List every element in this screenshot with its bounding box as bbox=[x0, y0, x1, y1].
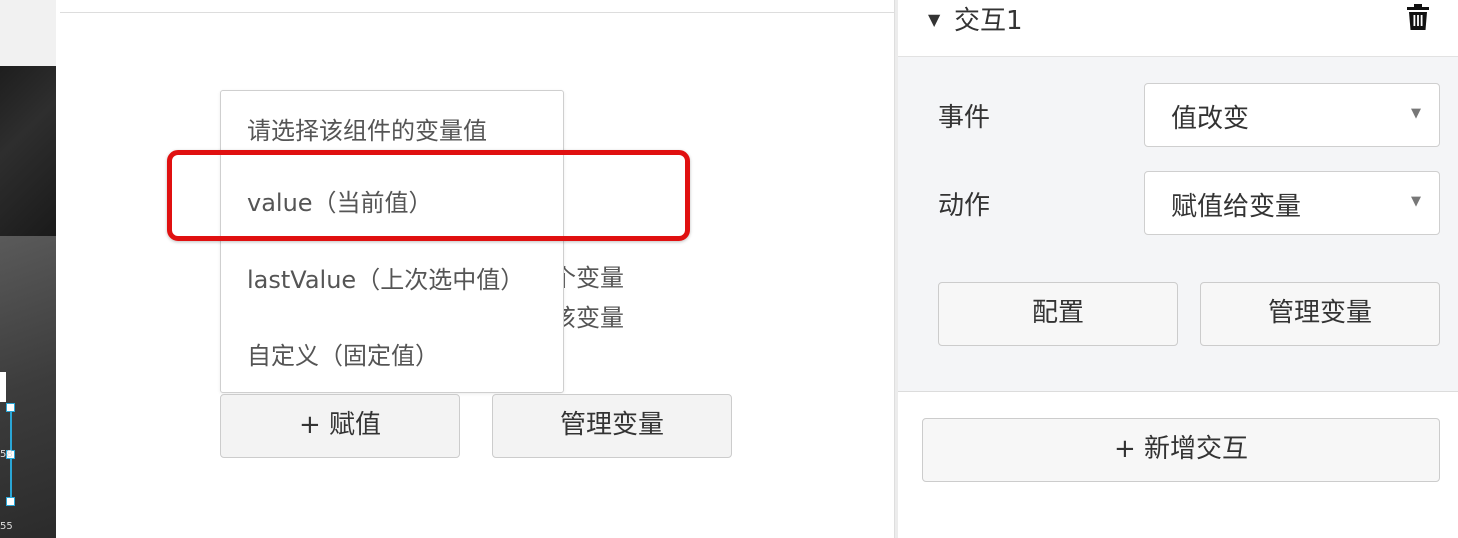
assign-button-label: + 赋值 bbox=[298, 410, 382, 440]
manage-variables-button[interactable]: 管理变量 bbox=[492, 394, 732, 458]
event-select-value: 值改变 bbox=[1171, 104, 1250, 134]
action-select-value: 赋值给变量 bbox=[1171, 192, 1302, 222]
chevron-down-icon: ▼ bbox=[1411, 106, 1421, 121]
manage-variables-panel-button[interactable]: 管理变量 bbox=[1200, 282, 1440, 346]
dropdown-placeholder: 请选择该组件的变量值 bbox=[247, 117, 487, 145]
resize-handle-bottom[interactable] bbox=[6, 497, 15, 506]
selected-component-edge[interactable] bbox=[0, 372, 6, 402]
interaction-panel: ▼ 交互1 事件 值改变 ▼ 动作 赋值给变量 ▼ 配置 管理变量 + 新增交互 bbox=[898, 0, 1458, 538]
dropdown-option-last-value[interactable]: lastValue（上次选中值） bbox=[247, 260, 524, 295]
highlight-annotation-box bbox=[167, 150, 690, 241]
manage-variables-button-label: 管理变量 bbox=[559, 410, 664, 440]
variable-value-dropdown[interactable]: 请选择该组件的变量值 value（当前值） lastValue（上次选中值） 自… bbox=[220, 90, 564, 393]
caret-down-icon[interactable]: ▼ bbox=[928, 10, 940, 29]
interaction-header[interactable]: ▼ 交互1 bbox=[898, 0, 1458, 57]
add-interaction-button[interactable]: + 新增交互 bbox=[922, 418, 1440, 482]
resize-handle-top[interactable] bbox=[6, 403, 15, 412]
action-label: 动作 bbox=[938, 191, 991, 221]
configure-button-label: 配置 bbox=[1031, 298, 1084, 328]
assign-button[interactable]: + 赋值 bbox=[220, 394, 460, 458]
dropdown-option-custom[interactable]: 自定义（固定值） bbox=[247, 336, 439, 371]
canvas-light-area bbox=[0, 0, 56, 66]
action-select[interactable]: 赋值给变量 ▼ bbox=[1144, 171, 1440, 235]
event-label: 事件 bbox=[938, 103, 991, 133]
canvas-preview-strip: 58 55 bbox=[0, 0, 56, 538]
size-readout: 55 bbox=[0, 521, 13, 532]
event-select[interactable]: 值改变 ▼ bbox=[1144, 83, 1440, 147]
trash-icon[interactable] bbox=[1406, 4, 1430, 34]
interaction-config-section: 事件 值改变 ▼ 动作 赋值给变量 ▼ 配置 管理变量 bbox=[898, 57, 1458, 392]
interaction-title: 交互1 bbox=[954, 6, 1023, 36]
canvas-image-bottom bbox=[0, 236, 56, 538]
configure-button[interactable]: 配置 bbox=[938, 282, 1178, 346]
canvas-image-top bbox=[0, 66, 56, 236]
chevron-down-icon: ▼ bbox=[1411, 194, 1421, 209]
center-top-divider bbox=[60, 12, 894, 13]
manage-variables-panel-button-label: 管理变量 bbox=[1267, 298, 1372, 328]
size-readout: 58 bbox=[0, 449, 13, 460]
add-interaction-button-label: + 新增交互 bbox=[1113, 434, 1249, 464]
